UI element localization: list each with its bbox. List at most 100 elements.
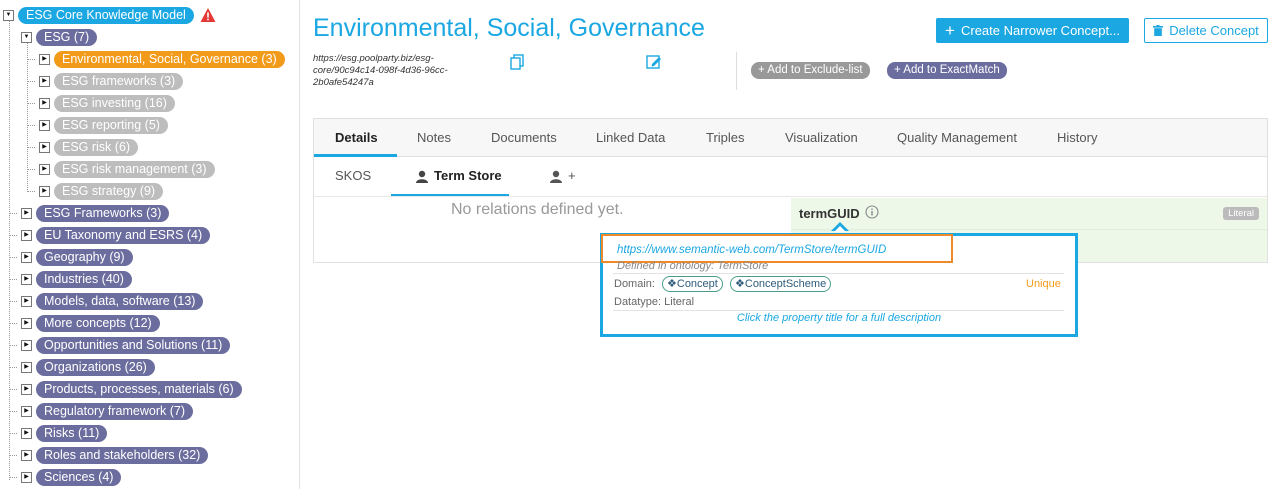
tree-item-label[interactable]: Geography (9)	[36, 248, 133, 266]
expand-toggle-icon[interactable]: ▶	[21, 207, 32, 219]
tree-item-label[interactable]: Regulatory framework (7)	[36, 402, 194, 420]
tree-item-label[interactable]: ESG reporting (5)	[54, 116, 168, 134]
add-to-exclude-list-button[interactable]: + Add to Exclude-list	[751, 62, 870, 79]
expand-toggle-icon[interactable]: ▶	[21, 317, 32, 329]
tree-item-label[interactable]: EU Taxonomy and ESRS (4)	[36, 226, 211, 244]
info-icon[interactable]	[865, 205, 879, 219]
add-to-exactmatch-button[interactable]: + Add to ExactMatch	[887, 62, 1007, 79]
tree-item-label[interactable]: Sciences (4)	[36, 468, 122, 486]
concept-uri[interactable]: https://esg.poolparty.biz/esg-core/90c94…	[313, 53, 463, 89]
user-icon	[550, 170, 562, 183]
tree-item-label[interactable]: ESG frameworks (3)	[54, 72, 184, 90]
tree-item[interactable]: ▶ More concepts (12)	[9, 312, 160, 334]
tree-item-esg[interactable]: ▼ ESG (7)	[21, 26, 98, 48]
tree-item[interactable]: ▶ ESG risk (6)	[27, 136, 139, 158]
expand-toggle-icon[interactable]: ▶	[39, 75, 50, 87]
tab-visualization[interactable]: Visualization	[785, 119, 858, 157]
tree-item[interactable]: ▶ ESG frameworks (3)	[27, 70, 184, 92]
tree-item[interactable]: ▶ Sciences (4)	[9, 466, 122, 488]
domain-chip-label: ConceptScheme	[744, 278, 827, 290]
tree-item[interactable]: ▶ ESG Frameworks (3)	[9, 202, 170, 224]
tree-guide-line	[9, 213, 17, 214]
tab-notes[interactable]: Notes	[417, 119, 451, 157]
tree-item-label[interactable]: ESG risk (6)	[54, 138, 139, 156]
tree-item[interactable]: ▶ Products, processes, materials (6)	[9, 378, 242, 400]
tree-root-label[interactable]: ESG Core Knowledge Model	[18, 6, 194, 24]
tree-item[interactable]: ▶ Models, data, software (13)	[9, 290, 204, 312]
tree-item-label[interactable]: Models, data, software (13)	[36, 292, 204, 310]
expand-toggle-icon[interactable]: ▶	[39, 163, 50, 175]
expand-toggle-icon[interactable]: ▶	[39, 119, 50, 131]
tab-documents[interactable]: Documents	[491, 119, 557, 157]
tree-item[interactable]: ▶ ESG risk management (3)	[27, 158, 215, 180]
tree-item-label[interactable]: ESG Frameworks (3)	[36, 204, 170, 222]
tree-guide-line	[9, 411, 17, 412]
delete-concept-label: Delete Concept	[1169, 23, 1259, 38]
tree-item[interactable]: ▶ EU Taxonomy and ESRS (4)	[9, 224, 211, 246]
tree-item-label[interactable]: Risks (11)	[36, 424, 108, 442]
tree-item-label[interactable]: More concepts (12)	[36, 314, 160, 332]
tree-item-label[interactable]: Industries (40)	[36, 270, 132, 288]
tree-item[interactable]: ▶ Risks (11)	[9, 422, 108, 444]
expand-toggle-icon[interactable]: ▶	[21, 361, 32, 373]
expand-toggle-icon[interactable]: ▶	[21, 229, 32, 241]
tab-linked-data[interactable]: Linked Data	[596, 119, 665, 157]
tree-item[interactable]: ▶ Regulatory framework (7)	[9, 400, 194, 422]
tree-item[interactable]: ▶ Environmental, Social, Governance (3)	[27, 48, 285, 70]
tree-item[interactable]: ▶ Industries (40)	[9, 268, 132, 290]
tree-item-label[interactable]: ESG investing (16)	[54, 94, 175, 112]
tab-quality-management[interactable]: Quality Management	[897, 119, 1017, 157]
tree-item[interactable]: ▶ Opportunities and Solutions (11)	[9, 334, 231, 356]
tab-details[interactable]: Details	[335, 119, 378, 157]
expand-toggle-icon[interactable]: ▶	[39, 97, 50, 109]
tab-history[interactable]: History	[1057, 119, 1097, 157]
expand-toggle-icon[interactable]: ▶	[21, 427, 32, 439]
expand-toggle-icon[interactable]: ▶	[21, 251, 32, 263]
expand-toggle-icon[interactable]: ▶	[21, 295, 32, 307]
expand-toggle-icon[interactable]: ▶	[21, 449, 32, 461]
subtab-term-store[interactable]: Term Store	[416, 165, 502, 195]
tree-item[interactable]: ▶ Geography (9)	[9, 246, 133, 268]
expand-toggle-icon[interactable]: ▶	[21, 471, 32, 483]
edit-icon[interactable]	[646, 54, 662, 70]
domain-chip-concept[interactable]: ❖Concept	[662, 276, 723, 292]
tree-item[interactable]: ▶ ESG strategy (9)	[27, 180, 164, 202]
tree-item-label[interactable]: ESG (7)	[36, 28, 98, 46]
tree-item-label[interactable]: ESG strategy (9)	[54, 182, 164, 200]
tree-guide-line	[9, 389, 17, 390]
tree-item-label[interactable]: Organizations (26)	[36, 358, 155, 376]
tree-item-label[interactable]: ESG risk management (3)	[54, 160, 215, 178]
collapse-toggle-icon[interactable]: ▼	[21, 31, 32, 43]
tooltip-property-uri[interactable]: https://www.semantic-web.com/TermStore/t…	[617, 244, 886, 256]
subtab-divider	[314, 196, 1267, 197]
tree-item[interactable]: ▶ ESG investing (16)	[27, 92, 175, 114]
tree-guide-line	[9, 367, 17, 368]
tree-item-label[interactable]: Opportunities and Solutions (11)	[36, 336, 231, 354]
subtab-skos[interactable]: SKOS	[335, 165, 371, 195]
tree-item-label[interactable]: Roles and stakeholders (32)	[36, 446, 209, 464]
expand-toggle-icon[interactable]: ▶	[21, 273, 32, 285]
tree-guide-line	[9, 257, 17, 258]
expand-toggle-icon[interactable]: ▶	[39, 141, 50, 153]
property-title[interactable]: termGUID	[799, 206, 860, 221]
expand-toggle-icon[interactable]: ▶	[21, 383, 32, 395]
delete-concept-button[interactable]: Delete Concept	[1144, 18, 1268, 43]
expand-toggle-icon[interactable]: ▶	[39, 53, 50, 65]
expand-toggle-icon[interactable]: ▶	[21, 339, 32, 351]
tree-item[interactable]: ▶ Roles and stakeholders (32)	[9, 444, 209, 466]
expand-toggle-icon[interactable]: ▶	[21, 405, 32, 417]
tree-item-label[interactable]: Products, processes, materials (6)	[36, 380, 242, 398]
user-icon	[416, 170, 428, 183]
domain-chip-conceptscheme[interactable]: ❖ConceptScheme	[730, 276, 832, 292]
collapse-toggle-icon[interactable]: ▼	[3, 9, 14, 21]
subtab-add-scheme[interactable]: +	[550, 165, 576, 195]
tree-root[interactable]: ▼ ESG Core Knowledge Model	[3, 4, 216, 26]
create-narrower-concept-button[interactable]: + Create Narrower Concept...	[936, 18, 1129, 43]
tree-item[interactable]: ▶ ESG reporting (5)	[27, 114, 168, 136]
tooltip-defined-in: Defined in ontology: TermStore	[617, 260, 769, 272]
tree-item-label[interactable]: Environmental, Social, Governance (3)	[54, 50, 285, 68]
tab-triples[interactable]: Triples	[706, 119, 745, 157]
copy-icon[interactable]	[510, 54, 524, 70]
tree-item[interactable]: ▶ Organizations (26)	[9, 356, 155, 378]
expand-toggle-icon[interactable]: ▶	[39, 185, 50, 197]
